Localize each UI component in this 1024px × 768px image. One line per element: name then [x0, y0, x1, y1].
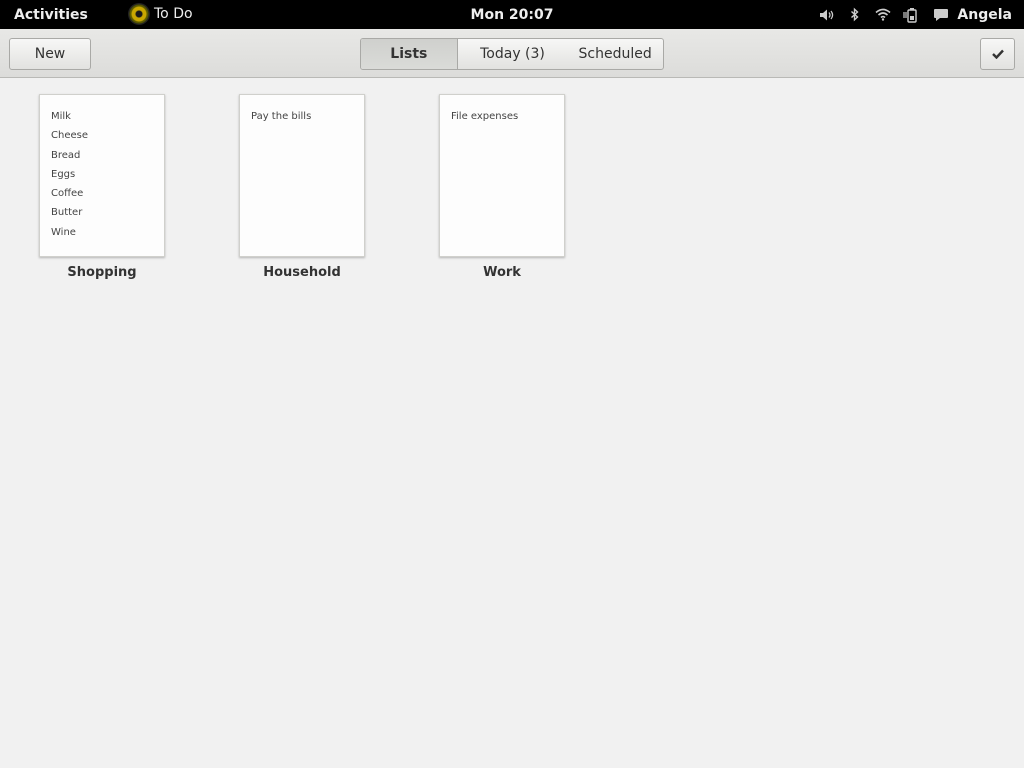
checkmark-icon — [991, 49, 1004, 59]
new-button[interactable]: New — [9, 38, 91, 70]
app-name: To Do — [154, 6, 193, 22]
todo-app-icon — [128, 3, 150, 25]
tab-scheduled[interactable]: Scheduled — [567, 39, 663, 69]
list-card-work[interactable]: File expenses Work — [415, 94, 565, 280]
tab-today[interactable]: Today (3) — [458, 39, 568, 69]
top-bar: Activities To Do Mon 20:07 Angela — [0, 0, 1024, 29]
tab-lists[interactable]: Lists — [361, 39, 458, 69]
list-preview: File expenses — [439, 94, 565, 257]
list-preview-items: Pay the bills — [251, 107, 353, 126]
list-item: Pay the bills — [251, 111, 312, 122]
list-item: Butter — [51, 207, 83, 219]
list-title: Household — [263, 265, 341, 280]
list-item: Milk — [51, 111, 71, 122]
list-card-shopping[interactable]: Milk Cheese Bread Eggs Coffee Butter Win… — [15, 94, 165, 280]
view-switcher: Lists Today (3) Scheduled — [360, 38, 664, 70]
list-card-household[interactable]: Pay the bills Household — [215, 94, 365, 280]
chat-status-icon — [934, 8, 949, 21]
list-item: Wine — [51, 226, 76, 238]
user-name: Angela — [957, 6, 1012, 23]
volume-icon[interactable] — [813, 0, 841, 29]
list-item: Coffee — [51, 188, 84, 200]
list-preview: Pay the bills — [239, 94, 365, 257]
list-item: Cheese — [51, 130, 88, 142]
app-menu[interactable]: To Do — [128, 3, 193, 25]
user-menu[interactable]: Angela — [933, 7, 1012, 23]
list-preview: Milk Cheese Bread Eggs Coffee Butter Win… — [39, 94, 165, 257]
lists-grid: Milk Cheese Bread Eggs Coffee Butter Win… — [0, 78, 1024, 768]
system-tray: Angela — [813, 0, 1024, 29]
activities-button[interactable]: Activities — [14, 7, 88, 23]
bluetooth-icon[interactable] — [841, 0, 869, 29]
wifi-icon[interactable] — [869, 0, 897, 29]
battery-icon[interactable] — [897, 0, 925, 29]
list-preview-items: File expenses — [451, 107, 553, 126]
list-item: Eggs — [51, 168, 76, 180]
clock[interactable]: Mon 20:07 — [471, 7, 554, 23]
list-title: Shopping — [67, 265, 137, 280]
header-bar: New Lists Today (3) Scheduled — [0, 29, 1024, 78]
list-preview-items: Milk Cheese Bread Eggs Coffee Butter Win… — [51, 107, 153, 242]
list-title: Work — [483, 265, 521, 280]
list-item: File expenses — [451, 111, 519, 122]
list-item: Bread — [51, 149, 81, 161]
select-button[interactable] — [980, 38, 1015, 70]
